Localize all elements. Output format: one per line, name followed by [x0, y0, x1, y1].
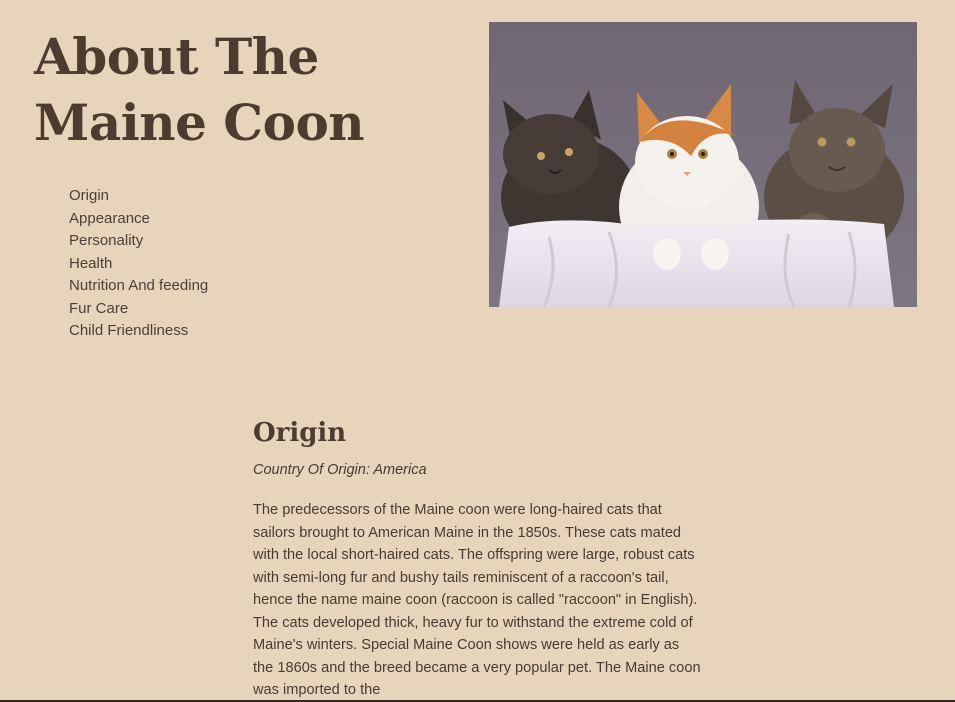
nav-item-origin[interactable]: Origin: [69, 185, 208, 208]
nav-item-health[interactable]: Health: [69, 253, 208, 276]
page-title: About The Maine Coon: [34, 27, 365, 152]
nav-item-personality[interactable]: Personality: [69, 230, 208, 253]
nav-item-fur-care[interactable]: Fur Care: [69, 298, 208, 321]
section-subtitle: Country Of Origin: America: [253, 462, 427, 478]
nav-item-nutrition[interactable]: Nutrition And feeding: [69, 275, 208, 298]
section-nav: Origin Appearance Personality Health Nut…: [69, 185, 208, 343]
kittens-illustration: [489, 22, 917, 307]
section-body: The predecessors of the Maine coon were …: [253, 502, 701, 698]
hero-image: [489, 22, 917, 307]
nav-item-appearance[interactable]: Appearance: [69, 208, 208, 231]
section-title: Origin: [253, 418, 347, 448]
nav-item-child-friendliness[interactable]: Child Friendliness: [69, 320, 208, 343]
